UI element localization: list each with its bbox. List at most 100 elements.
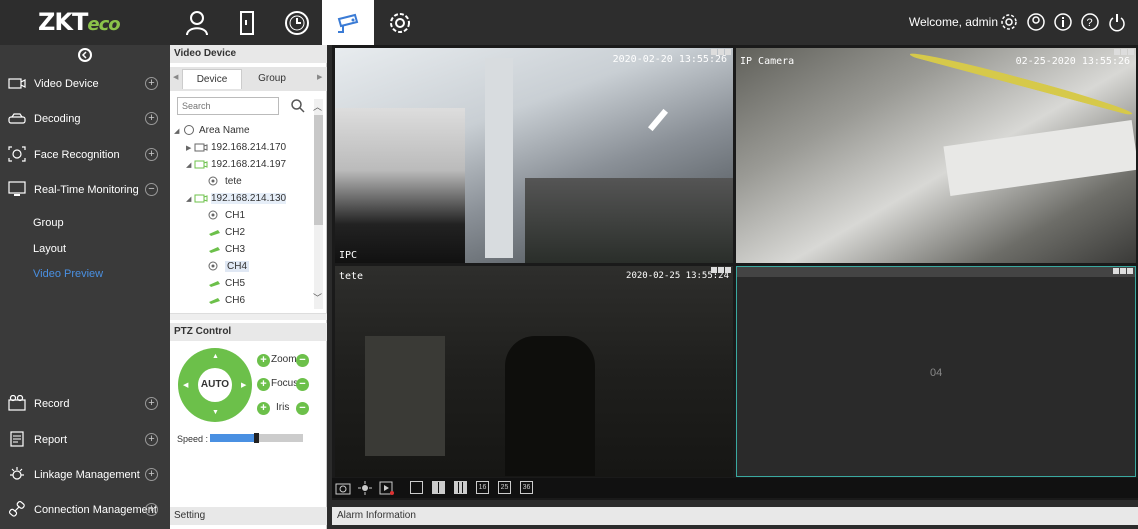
- tree-node-channel[interactable]: CH4: [208, 261, 250, 272]
- tab-device[interactable]: Device: [182, 69, 242, 89]
- scroll-down-icon[interactable]: ﹀: [313, 291, 322, 304]
- alarm-info-bar[interactable]: Alarm Information: [332, 507, 1138, 525]
- tree-node-channel[interactable]: CH5: [208, 278, 245, 289]
- sidebar-item-face-recognition[interactable]: Face Recognition +: [0, 140, 170, 170]
- collapse-section-icon[interactable]: −: [145, 183, 158, 196]
- iris-close-button[interactable]: −: [296, 402, 309, 415]
- connection-icon: [8, 501, 25, 517]
- video-pane-4[interactable]: 04: [736, 266, 1136, 477]
- tree-node-channel[interactable]: CH3: [208, 244, 245, 255]
- ptz-left-icon[interactable]: ◀: [183, 381, 188, 389]
- info-icon[interactable]: [1053, 12, 1073, 32]
- panel-splitter[interactable]: [170, 313, 327, 320]
- layout-36-icon[interactable]: 36: [520, 481, 533, 494]
- speed-fill: [210, 434, 254, 442]
- speed-label: Speed :: [177, 434, 209, 444]
- gear-icon[interactable]: [374, 0, 426, 45]
- pane-title: tete: [339, 271, 364, 282]
- logo: ZKTeco: [38, 8, 121, 36]
- layout-9-icon[interactable]: [454, 481, 467, 494]
- video-device-icon: [8, 78, 26, 89]
- pane-controls[interactable]: [1114, 48, 1134, 56]
- tree-node-channel[interactable]: tete: [208, 176, 242, 187]
- focus-in-button[interactable]: +: [257, 378, 270, 391]
- tree-node-device[interactable]: ◢ 192.168.214.130: [186, 193, 287, 204]
- person-icon[interactable]: [171, 0, 223, 45]
- sidebar: Video Device + Decoding + Face Recogniti…: [0, 45, 170, 529]
- ptz-down-icon[interactable]: ▼: [212, 409, 219, 416]
- tab-group[interactable]: Group: [242, 69, 302, 89]
- camera-icon[interactable]: [322, 0, 374, 45]
- focus-out-button[interactable]: −: [296, 378, 309, 391]
- sidebar-subitem-video-preview[interactable]: Video Preview: [33, 268, 103, 280]
- tree-node-channel[interactable]: CH2: [208, 227, 245, 238]
- scrollbar-thumb[interactable]: [314, 115, 323, 225]
- pane-controls[interactable]: [711, 48, 731, 56]
- panel-title: Video Device: [170, 45, 327, 63]
- sidebar-item-record[interactable]: Record +: [0, 389, 170, 419]
- search-icon[interactable]: [291, 99, 305, 113]
- sidebar-subitem-group[interactable]: Group: [33, 217, 64, 229]
- device-panel: Video Device ◀ Device Group ▶ ︿ ﹀ ◢Area …: [170, 45, 327, 529]
- sidebar-item-report[interactable]: Report +: [0, 425, 170, 455]
- pane-controls[interactable]: [1113, 267, 1133, 275]
- settings-icon[interactable]: [999, 12, 1019, 32]
- ptz-move-icon[interactable]: [357, 481, 373, 495]
- power-icon[interactable]: [1107, 12, 1127, 32]
- expand-icon[interactable]: +: [145, 433, 158, 446]
- nvr-online-icon: [194, 194, 208, 203]
- ptz-auto-button[interactable]: AUTO: [198, 368, 232, 402]
- face-icon: [8, 146, 26, 162]
- video-pane-3[interactable]: tete 2020-02-25 13:55:24: [335, 266, 733, 477]
- tree-node-device[interactable]: ◢ 192.168.214.197: [186, 159, 286, 170]
- sidebar-subitem-layout[interactable]: Layout: [33, 243, 66, 255]
- ptz-up-icon[interactable]: ▲: [212, 353, 219, 360]
- layout-4-icon[interactable]: [432, 481, 445, 494]
- nvr-icon: [194, 143, 208, 152]
- decoding-icon: [8, 113, 26, 124]
- tree-node-device[interactable]: ▶ 192.168.214.170: [186, 142, 286, 153]
- setting-bar[interactable]: Setting: [170, 507, 327, 525]
- sidebar-item-connection-management[interactable]: Connection Management +: [0, 495, 170, 525]
- tree-node-channel[interactable]: CH6: [208, 295, 245, 306]
- ptz-direction-pad[interactable]: ▲ ▼ ◀ ▶ AUTO: [178, 348, 252, 422]
- tree-root[interactable]: ◢ Area Name: [174, 125, 250, 136]
- expand-icon[interactable]: +: [145, 468, 158, 481]
- camera-online-icon: [209, 281, 220, 288]
- expand-icon[interactable]: +: [145, 397, 158, 410]
- search-input[interactable]: [177, 97, 279, 115]
- video-pane-1[interactable]: 2020-02-20 13:55:26 IPC: [335, 48, 733, 263]
- sidebar-item-decoding[interactable]: Decoding +: [0, 104, 170, 134]
- zoom-out-button[interactable]: −: [296, 354, 309, 367]
- pane-title: IP Camera: [740, 56, 795, 67]
- clock-icon[interactable]: [271, 0, 323, 45]
- expand-icon[interactable]: +: [145, 77, 158, 90]
- sidebar-item-linkage-management[interactable]: Linkage Management +: [0, 460, 170, 490]
- layout-1-icon[interactable]: [410, 481, 423, 494]
- iris-open-button[interactable]: +: [257, 402, 270, 415]
- layout-25-icon[interactable]: 25: [498, 481, 511, 494]
- zoom-in-button[interactable]: +: [257, 354, 270, 367]
- ptz-right-icon[interactable]: ▶: [241, 381, 246, 389]
- expand-icon[interactable]: +: [145, 148, 158, 161]
- snapshot-icon[interactable]: [335, 481, 351, 495]
- sidebar-item-real-time-monitoring[interactable]: Real-Time Monitoring −: [0, 175, 170, 205]
- help-icon[interactable]: ?: [1080, 12, 1100, 32]
- tab-left-icon[interactable]: ◀: [173, 73, 178, 81]
- video-pane-2[interactable]: IP Camera 02-25-2020 13:55:26: [736, 48, 1136, 263]
- record-video-icon[interactable]: [379, 481, 395, 495]
- tree-node-channel[interactable]: CH1: [208, 210, 245, 221]
- collapse-icon[interactable]: [78, 48, 92, 62]
- tab-right-icon[interactable]: ▶: [317, 73, 322, 81]
- sidebar-item-video-device[interactable]: Video Device +: [0, 69, 170, 99]
- expand-icon[interactable]: +: [145, 503, 158, 516]
- pane-controls[interactable]: [711, 266, 731, 274]
- expand-icon[interactable]: +: [145, 112, 158, 125]
- svg-text:?: ?: [1087, 17, 1093, 29]
- pane-number: 04: [930, 367, 943, 379]
- layout-16-icon[interactable]: 16: [476, 481, 489, 494]
- user-icon[interactable]: [1026, 12, 1046, 32]
- scroll-up-icon[interactable]: ︿: [313, 100, 322, 113]
- speed-handle[interactable]: [253, 433, 259, 443]
- door-icon[interactable]: [221, 0, 273, 45]
